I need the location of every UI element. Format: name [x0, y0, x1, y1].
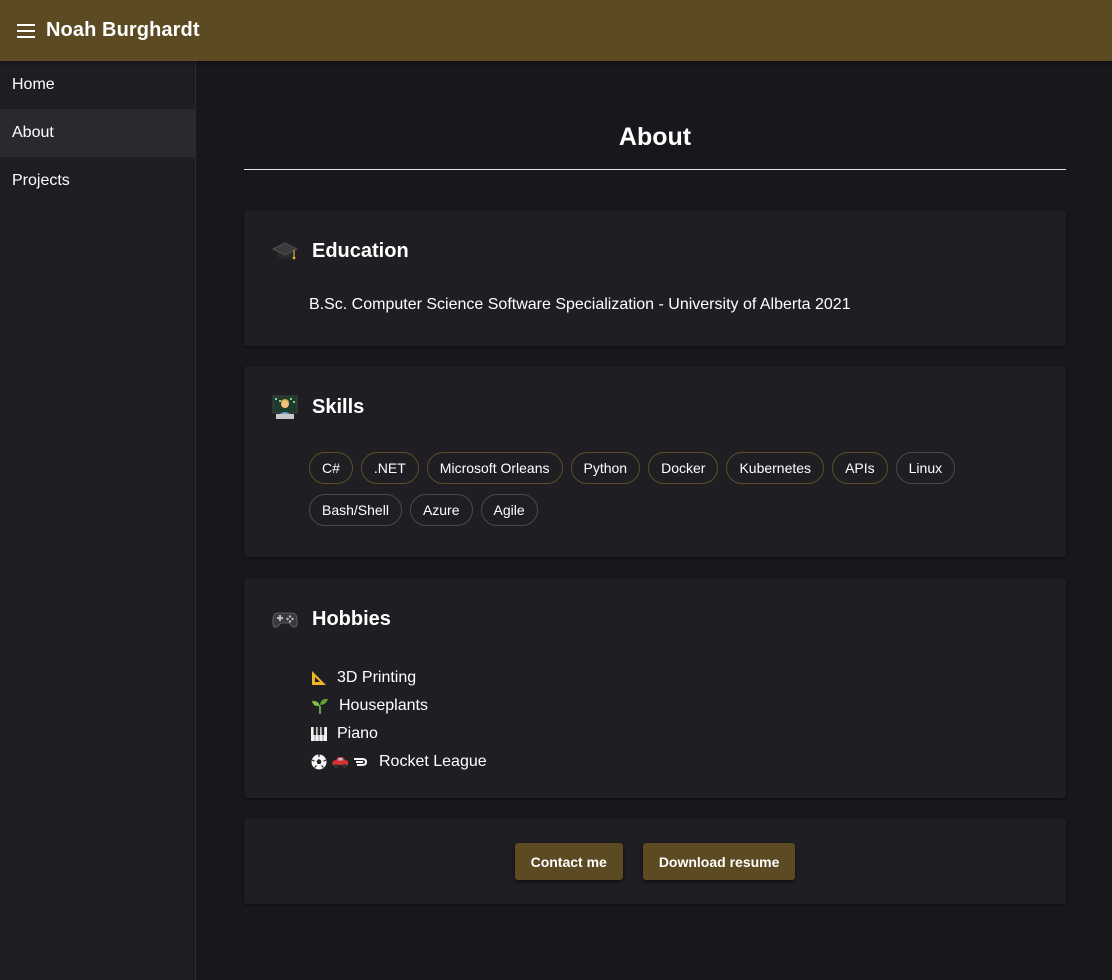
sidebar-item-about[interactable]: About [0, 109, 195, 157]
menu-icon[interactable] [16, 21, 36, 41]
education-title: Education [312, 239, 409, 262]
actions-card: Contact me Download resume [244, 818, 1066, 904]
skill-chip[interactable]: Bash/Shell [309, 494, 402, 526]
triangular-ruler-icon [312, 671, 326, 685]
soccer-ball-icon [311, 754, 327, 770]
skills-header: Skills [272, 394, 364, 420]
seedling-icon [312, 698, 328, 714]
dash-icon [354, 758, 368, 766]
hobby-item: Piano [311, 720, 487, 748]
graduation-cap-icon [272, 242, 298, 260]
hobby-label: Houseplants [339, 697, 428, 714]
sidebar: Home About Projects [0, 61, 196, 980]
hobby-list: 3D Printing Houseplants Piano Rocket Lea… [311, 664, 487, 776]
hobbies-header: Hobbies [272, 606, 391, 632]
game-controller-icon [272, 612, 298, 628]
skill-chip[interactable]: APIs [832, 452, 888, 484]
education-text: B.Sc. Computer Science Software Speciali… [309, 296, 851, 313]
skill-chip[interactable]: Linux [895, 452, 956, 484]
skill-chip[interactable]: C# [309, 452, 353, 484]
car-icon [332, 757, 348, 768]
skill-chip[interactable]: Docker [648, 452, 719, 484]
hobby-item: 3D Printing [311, 664, 487, 692]
skill-chip[interactable]: Microsoft Orleans [426, 452, 563, 484]
app-title: Noah Burghardt [46, 19, 200, 41]
action-buttons: Contact me Download resume [244, 843, 1066, 880]
hobby-item: Rocket League [311, 748, 487, 776]
technologist-icon [272, 395, 298, 419]
skills-chip-list: C# .NET Microsoft Orleans Python Docker … [309, 452, 1009, 526]
skill-chip[interactable]: Kubernetes [726, 452, 825, 484]
hobby-label: Rocket League [379, 753, 487, 770]
piano-keys-icon [311, 727, 327, 741]
education-card: Education B.Sc. Computer Science Softwar… [244, 210, 1066, 346]
app-bar: Noah Burghardt [0, 0, 1112, 61]
hobbies-card: Hobbies 3D Printing Houseplants Piano Ro… [244, 578, 1066, 798]
hobby-label: 3D Printing [337, 669, 417, 686]
contact-me-button[interactable]: Contact me [514, 843, 623, 880]
download-resume-button[interactable]: Download resume [642, 843, 796, 880]
skills-card: Skills C# .NET Microsoft Orleans Python … [244, 366, 1066, 557]
skill-chip[interactable]: Azure [409, 494, 473, 526]
page-title: About [244, 109, 1066, 170]
main-content: About Education B.Sc. Computer Science S… [196, 61, 1112, 980]
skill-chip[interactable]: Python [570, 452, 641, 484]
hobby-item: Houseplants [311, 692, 487, 720]
skill-chip[interactable]: .NET [360, 452, 419, 484]
sidebar-item-projects[interactable]: Projects [0, 157, 195, 205]
hobby-label: Piano [337, 725, 378, 742]
skills-title: Skills [312, 395, 365, 418]
sidebar-item-home[interactable]: Home [0, 61, 195, 109]
education-header: Education [272, 238, 409, 264]
skill-chip[interactable]: Agile [480, 494, 538, 526]
hobbies-title: Hobbies [312, 607, 391, 630]
